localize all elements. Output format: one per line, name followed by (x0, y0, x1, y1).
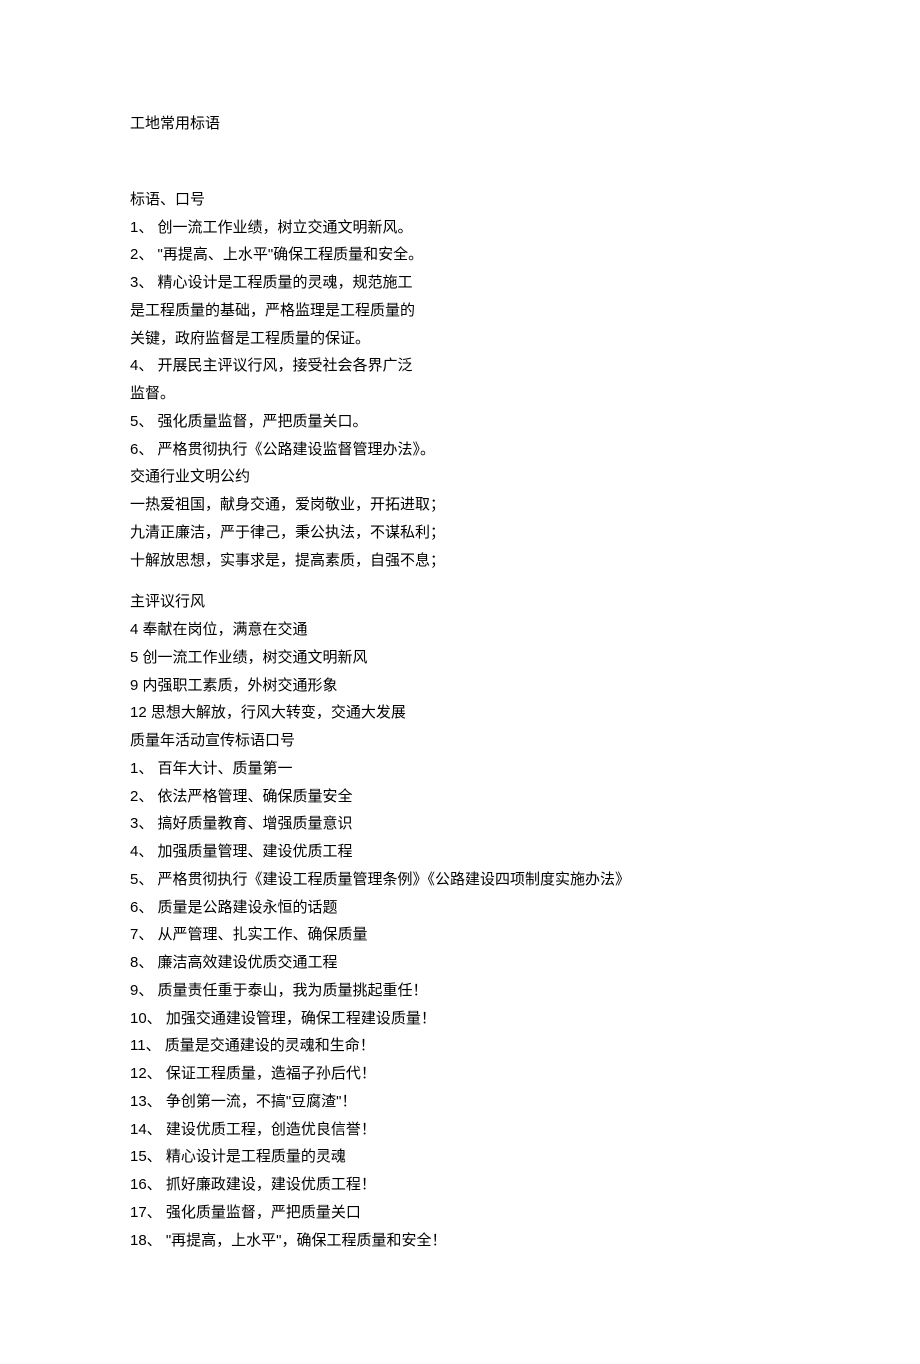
text-line: 3、 搞好质量教育、增强质量意识 (130, 810, 790, 838)
text-line: 九清正廉洁，严于律己，秉公执法，不谋私利； (130, 519, 790, 547)
text-line: 关键，政府监督是工程质量的保证。 (130, 325, 790, 353)
text-line: 12 思想大解放，行风大转变，交通大发展 (130, 699, 790, 727)
text-line: 11、 质量是交通建设的灵魂和生命！ (130, 1032, 790, 1060)
text-line: 13、 争创第一流，不搞"豆腐渣"！ (130, 1088, 790, 1116)
text-line: 12、 保证工程质量，造福子孙后代！ (130, 1060, 790, 1088)
text-line: 17、 强化质量监督，严把质量关口 (130, 1199, 790, 1227)
text-line: 16、 抓好廉政建设，建设优质工程！ (130, 1171, 790, 1199)
text-line: 1、 创一流工作业绩，树立交通文明新风。 (130, 214, 790, 242)
section-quality-year: 质量年活动宣传标语口号 1、 百年大计、质量第一 2、 依法严格管理、确保质量安… (130, 727, 790, 1254)
section-heading: 交通行业文明公约 (130, 463, 790, 491)
text-line: 15、 精心设计是工程质量的灵魂 (130, 1143, 790, 1171)
text-line: 5、 严格贯彻执行《建设工程质量管理条例》《公路建设四项制度实施办法》 (130, 866, 790, 894)
text-line: 6、 质量是公路建设永恒的话题 (130, 894, 790, 922)
section-heading: 质量年活动宣传标语口号 (130, 727, 790, 755)
text-line: 监督。 (130, 380, 790, 408)
text-line: 4 奉献在岗位，满意在交通 (130, 616, 790, 644)
text-line: 5、 强化质量监督，严把质量关口。 (130, 408, 790, 436)
text-line: 10、 加强交通建设管理，确保工程建设质量！ (130, 1005, 790, 1033)
section-evaluation: 主评议行风 4 奉献在岗位，满意在交通 5 创一流工作业绩，树交通文明新风 9 … (130, 588, 790, 727)
text-line: 5 创一流工作业绩，树交通文明新风 (130, 644, 790, 672)
section-slogans: 标语、口号 1、 创一流工作业绩，树立交通文明新风。 2、 "再提高、上水平"确… (130, 186, 790, 464)
section-heading: 标语、口号 (130, 186, 790, 214)
text-line: 8、 廉洁高效建设优质交通工程 (130, 949, 790, 977)
text-line: 9 内强职工素质，外树交通形象 (130, 672, 790, 700)
text-line: 十解放思想，实事求是，提高素质，自强不息； (130, 547, 790, 575)
text-line: 4、 开展民主评议行风，接受社会各界广泛 (130, 352, 790, 380)
text-line: 2、 依法严格管理、确保质量安全 (130, 783, 790, 811)
text-line: 14、 建设优质工程，创造优良信誉！ (130, 1116, 790, 1144)
text-line: 2、 "再提高、上水平"确保工程质量和安全。 (130, 241, 790, 269)
text-line: 4、 加强质量管理、建设优质工程 (130, 838, 790, 866)
text-line: 3、 精心设计是工程质量的灵魂，规范施工 (130, 269, 790, 297)
text-line: 9、 质量责任重于泰山，我为质量挑起重任！ (130, 977, 790, 1005)
text-line: 6、 严格贯彻执行《公路建设监督管理办法》。 (130, 436, 790, 464)
section-convention: 交通行业文明公约 一热爱祖国，献身交通，爱岗敬业，开拓进取； 九清正廉洁，严于律… (130, 463, 790, 574)
text-line: 是工程质量的基础，严格监理是工程质量的 (130, 297, 790, 325)
section-heading: 主评议行风 (130, 588, 790, 616)
document-title: 工地常用标语 (130, 110, 790, 138)
text-line: 一热爱祖国，献身交通，爱岗敬业，开拓进取； (130, 491, 790, 519)
spacer (130, 574, 790, 588)
text-line: 7、 从严管理、扎实工作、确保质量 (130, 921, 790, 949)
text-line: 1、 百年大计、质量第一 (130, 755, 790, 783)
text-line: 18、 "再提高，上水平"，确保工程质量和安全！ (130, 1227, 790, 1255)
